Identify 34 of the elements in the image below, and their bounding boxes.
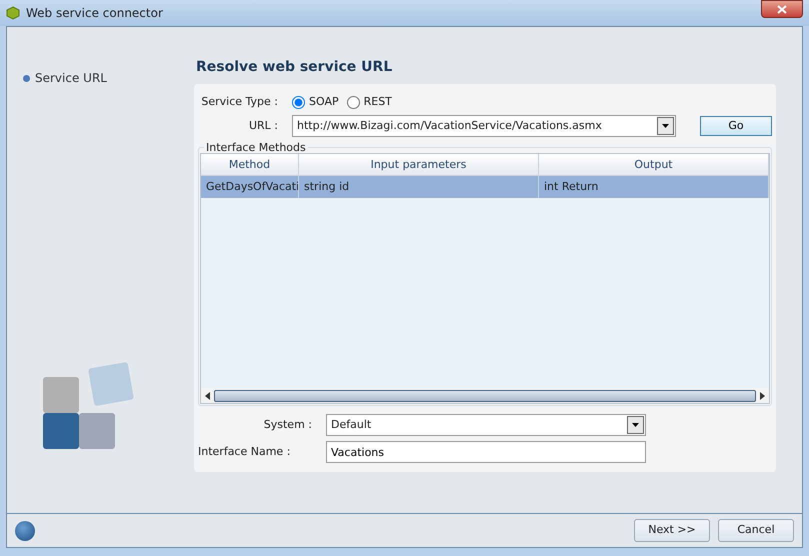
app-icon xyxy=(6,6,20,20)
column-header[interactable]: Method xyxy=(201,154,299,176)
scroll-right-icon xyxy=(760,392,765,400)
close-icon xyxy=(777,4,787,14)
dialog-button[interactable]: Cancel xyxy=(718,519,794,542)
scroll-left-icon xyxy=(205,392,210,400)
horizontal-scrollbar[interactable] xyxy=(201,388,769,403)
field-label: Interface Name : xyxy=(198,444,292,460)
help-icon[interactable] xyxy=(15,520,35,540)
table-cell: string id xyxy=(299,176,539,198)
table-cell: int Return xyxy=(539,176,769,198)
radio-button[interactable] xyxy=(346,96,360,108)
field-label: Service Type : xyxy=(200,94,279,110)
table-row[interactable]: GetDaysOfVacati string id int Return xyxy=(201,176,769,198)
system-combo[interactable]: Default xyxy=(326,414,646,436)
close-button[interactable] xyxy=(761,0,803,18)
column-header[interactable]: Input parameters xyxy=(299,154,539,176)
field-label: System : xyxy=(262,416,313,433)
group-title: Interface Methods xyxy=(205,142,307,153)
page-heading: Resolve web service URL xyxy=(195,58,394,77)
sidebar-item[interactable]: Service URL xyxy=(35,69,107,87)
radio-option[interactable]: REST xyxy=(346,94,392,110)
radio-button[interactable] xyxy=(292,96,305,108)
radio-option[interactable]: SOAP xyxy=(292,94,339,110)
field-label: URL : xyxy=(248,118,279,134)
column-header[interactable]: Output xyxy=(539,154,769,176)
dialog-button[interactable]: Next >> xyxy=(634,519,710,542)
dropdown-arrow-icon xyxy=(632,423,639,427)
table-cell: GetDaysOfVacati xyxy=(201,176,299,198)
dropdown-arrow-icon xyxy=(662,124,669,128)
window-title: Web service connector xyxy=(26,5,163,22)
interface-name-field[interactable]: Vacations xyxy=(326,441,646,463)
url-combo[interactable]: http://www.Bizagi.com/VacationService/Vacations.asmx xyxy=(292,115,676,137)
go-button[interactable]: Go xyxy=(700,116,772,136)
